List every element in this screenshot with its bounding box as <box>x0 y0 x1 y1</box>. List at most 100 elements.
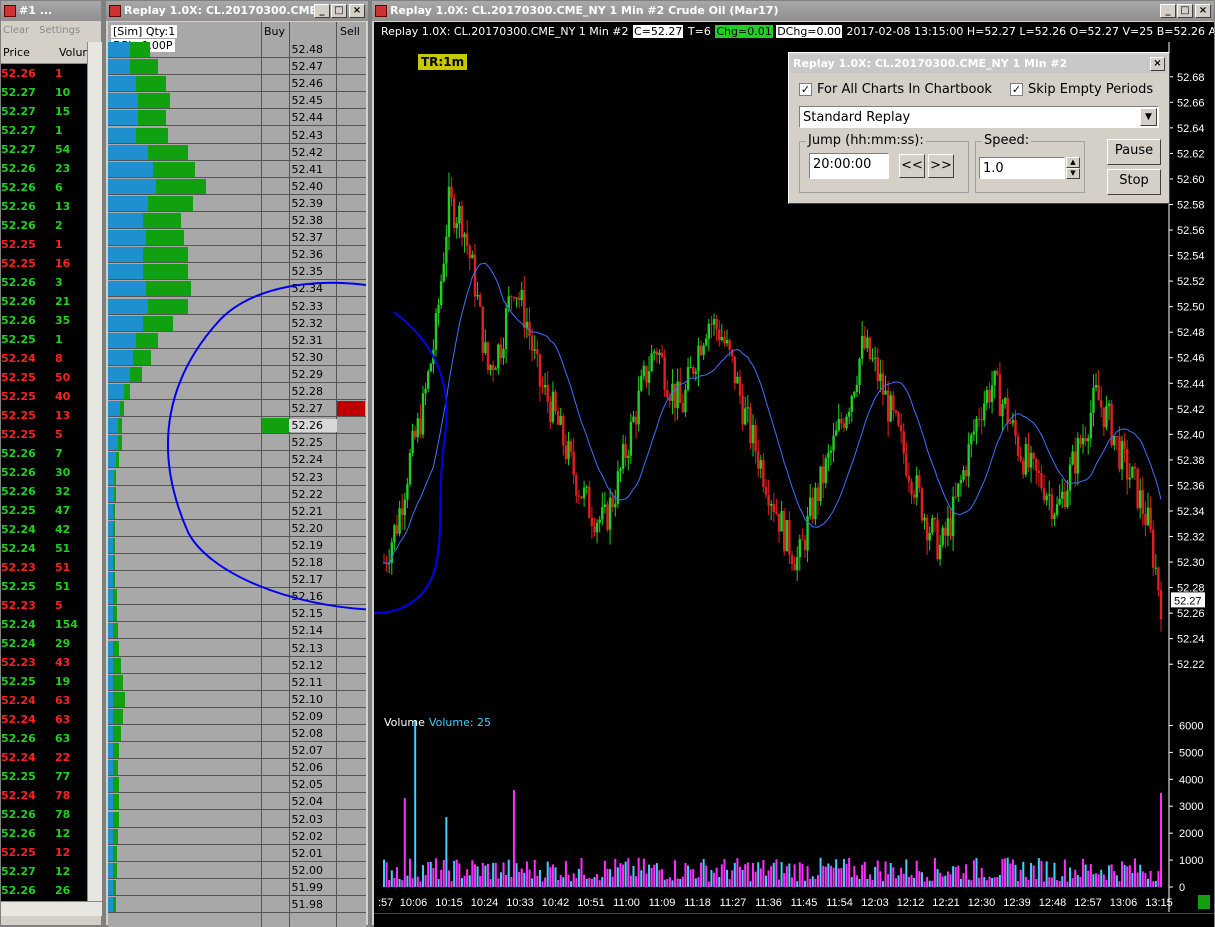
ts-row: 52.24 8 <box>1 349 87 368</box>
minimize-button[interactable]: _ <box>314 4 330 18</box>
candle-body <box>886 390 890 422</box>
ts-row: 52.25 12 <box>1 843 87 862</box>
volume-bar <box>913 877 916 887</box>
price-column-header[interactable]: Price <box>3 46 30 59</box>
candle-body <box>912 494 916 498</box>
candle-body <box>1016 436 1020 456</box>
maximize-button[interactable]: □ <box>1177 4 1193 18</box>
volume-bar <box>1121 861 1124 887</box>
pause-button[interactable]: Pause <box>1107 139 1161 165</box>
volume-bar <box>427 862 430 887</box>
candle-body <box>816 487 820 501</box>
candle-body <box>421 393 425 435</box>
ts-price: 52.26 <box>1 884 36 897</box>
chart-titlebar[interactable]: Replay 1.0X: CL.20170300.CME_NY 1 Min #2… <box>372 1 1214 21</box>
candle-body <box>1055 504 1059 515</box>
speed-input[interactable]: 1.0 <box>979 157 1065 179</box>
volume-bar <box>505 875 508 887</box>
candle-body <box>808 497 812 516</box>
candle-body <box>478 294 482 307</box>
volume-bar <box>1053 862 1056 887</box>
jump-time-input[interactable]: 20:00:00 <box>809 153 889 179</box>
ts-volume: 10 <box>55 86 71 99</box>
ts-volume: 22 <box>55 751 71 764</box>
speed-down-button[interactable]: ▼ <box>1066 168 1080 179</box>
ts-row: 52.26 2 <box>1 216 87 235</box>
time-tick-label: 12:30 <box>968 897 996 909</box>
close-button[interactable]: × <box>1150 57 1165 71</box>
dom-titlebar[interactable]: Replay 1.0X: CL.20170300.CME_... _ □ × <box>106 1 368 21</box>
ts-volume: 63 <box>55 732 71 745</box>
candle-body <box>450 186 453 198</box>
minimize-button[interactable]: _ <box>1160 4 1176 18</box>
skip-empty-checkbox[interactable]: ✓ <box>1010 83 1023 96</box>
volume-bar <box>931 880 934 887</box>
candle-body <box>1006 397 1009 424</box>
stop-button[interactable]: Stop <box>1107 169 1161 195</box>
volume-bar <box>512 790 515 887</box>
volume-bar <box>1035 878 1038 887</box>
volume-bar <box>816 875 819 887</box>
volume-bar <box>479 875 482 887</box>
volume-bar <box>1147 878 1150 887</box>
volume-bar <box>731 870 734 887</box>
ts-grid: 52.26 1 52.27 10 52.27 15 52.27 1 52.27 54 52.26 23… <box>1 64 87 910</box>
candle-body <box>975 418 978 432</box>
volume-bar <box>933 857 936 887</box>
volume-bar <box>1043 881 1046 887</box>
ts-horizontal-scrollbar[interactable] <box>1 901 102 916</box>
chevron-down-icon[interactable]: ▼ <box>1140 108 1157 126</box>
volume-bar <box>588 877 591 887</box>
ts-volume: 13 <box>55 200 71 213</box>
ts-vertical-scrollbar[interactable] <box>87 42 102 910</box>
candle-body <box>1084 437 1087 442</box>
volume-bar <box>970 880 973 887</box>
volume-bar <box>835 859 838 887</box>
volume-bar <box>767 870 770 887</box>
dom-ladder[interactable]: [Sim] Qty:1 DPL: 0.00P Buy Sell 52.4852.… <box>108 22 366 927</box>
volume-bar <box>492 862 495 887</box>
ts-titlebar[interactable]: #1 ... <box>1 1 101 21</box>
candle-body <box>419 418 422 435</box>
volume-bar <box>538 869 541 887</box>
volume-bar <box>726 869 729 887</box>
volume-bar <box>689 869 692 887</box>
for-all-charts-checkbox[interactable]: ✓ <box>799 83 812 96</box>
ts-price: 52.26 <box>1 732 36 745</box>
speed-up-button[interactable]: ▲ <box>1066 157 1080 168</box>
candle-body <box>1035 458 1038 471</box>
ts-volume: 26 <box>55 884 71 897</box>
volume-bar <box>1139 864 1142 887</box>
volume-bar <box>889 863 892 887</box>
ts-price: 52.24 <box>1 694 36 707</box>
jump-forward-button[interactable]: >> <box>928 154 954 178</box>
volume-bar <box>928 880 931 887</box>
ts-volume: 21 <box>55 295 71 308</box>
settings-button[interactable]: Settings <box>39 25 80 36</box>
ts-price: 52.26 <box>1 200 36 213</box>
price-tick-label: 52.64 <box>1177 123 1205 135</box>
ts-price: 52.26 <box>1 219 36 232</box>
volume-bar <box>520 868 523 887</box>
close-button[interactable]: × <box>1195 4 1211 18</box>
jump-back-button[interactable]: << <box>899 154 925 178</box>
volume-bar <box>796 881 799 887</box>
volume-bar <box>965 864 968 887</box>
replay-dialog-titlebar[interactable]: Replay 1.0X: CL.20170300.CME_NY 1 Min #2… <box>791 55 1167 73</box>
ts-volume: 7 <box>55 447 63 460</box>
volume-bar <box>757 862 760 887</box>
candle-body <box>484 342 487 354</box>
clear-button[interactable]: Clear <box>3 25 29 36</box>
close-button[interactable]: × <box>349 4 365 18</box>
replay-mode-select[interactable]: Standard Replay ▼ <box>799 106 1159 128</box>
ts-volume: 78 <box>55 808 71 821</box>
volume-bar <box>585 879 588 887</box>
ts-row: 52.25 5 <box>1 425 87 444</box>
volume-bar <box>824 866 827 887</box>
volume-bar <box>962 873 965 887</box>
candle-body <box>497 344 500 369</box>
maximize-button[interactable]: □ <box>331 4 347 18</box>
candle-body <box>437 305 440 314</box>
volume-bar <box>733 862 736 887</box>
candle-body <box>1141 490 1145 514</box>
